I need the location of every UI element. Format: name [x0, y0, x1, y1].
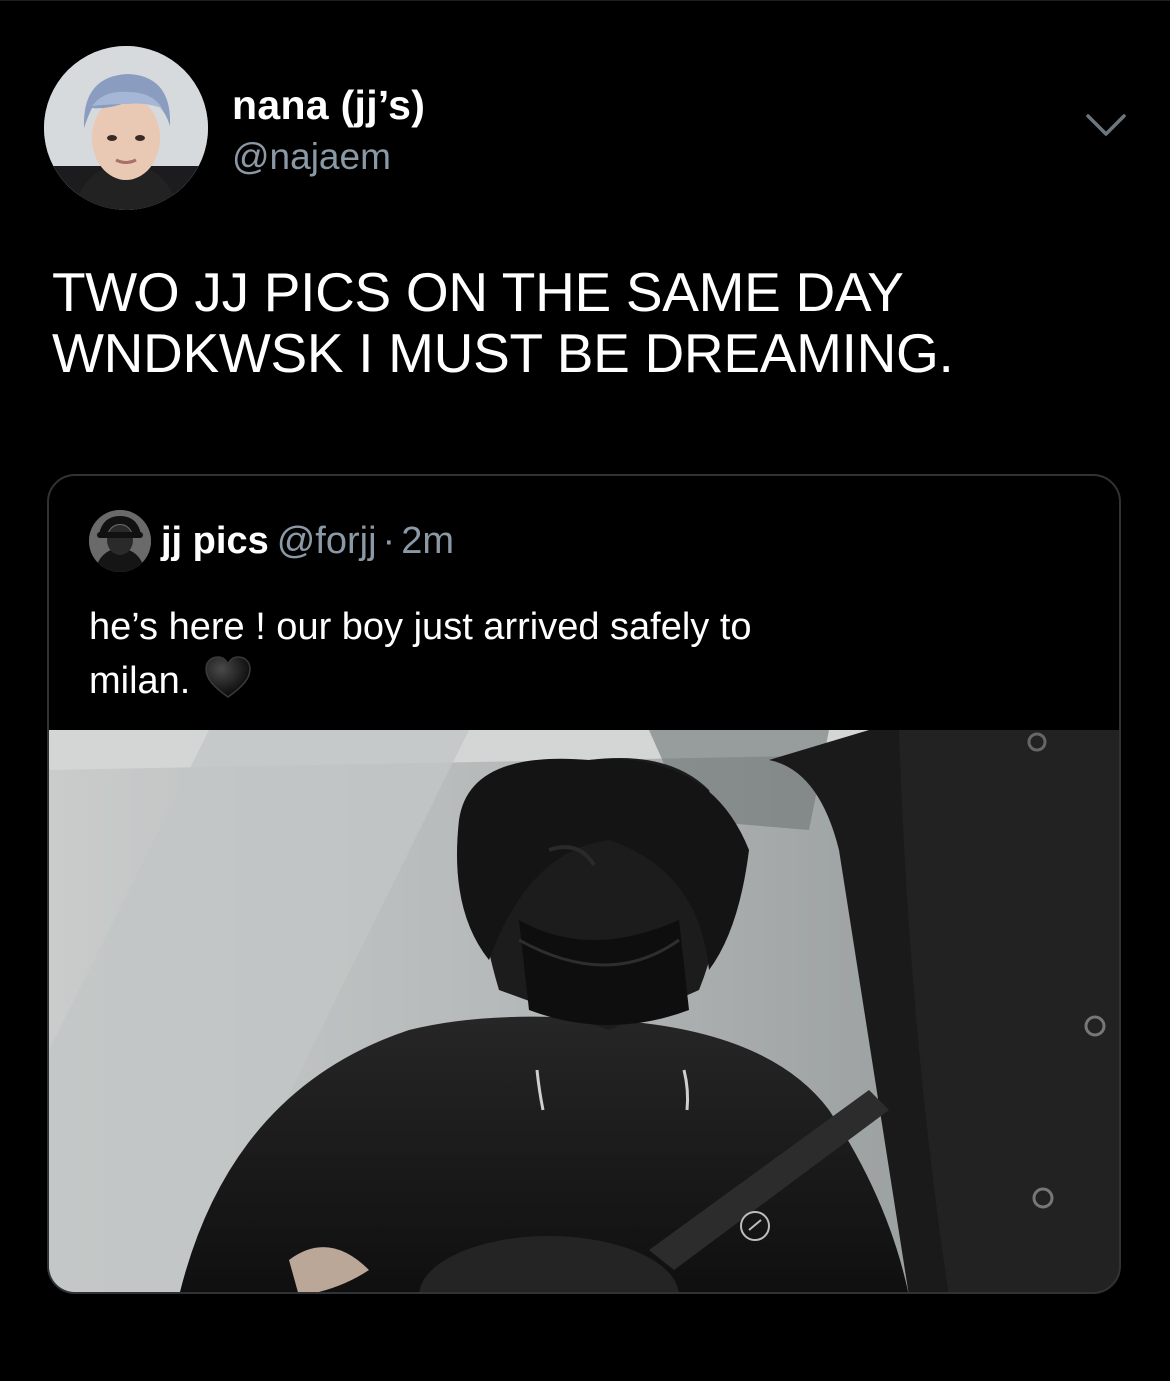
author-handle[interactable]: @najaem [232, 136, 391, 178]
quoted-separator: · [382, 520, 396, 562]
author-avatar[interactable] [44, 46, 208, 210]
black-heart-icon [204, 655, 252, 699]
quoted-tweet-card[interactable]: jj pics @forjj · 2m he’s here ! our boy jus… [47, 474, 1121, 1294]
quoted-avatar-photo [89, 510, 151, 572]
quoted-text-line-2: milan. [89, 654, 1089, 708]
tweet-text-line: WNDKWSK I MUST BE DREAMING. [52, 322, 954, 384]
quoted-timestamp: 2m [401, 520, 454, 562]
tweet: nana (jj’s) @najaem TWO JJ PICS ON THE S… [0, 0, 1170, 1381]
author-display-name[interactable]: nana (jj’s) [232, 82, 425, 129]
quoted-header: jj pics @forjj · 2m [161, 520, 454, 563]
quoted-media-photo[interactable] [49, 730, 1119, 1292]
tweet-text: TWO JJ PICS ON THE SAME DAY WNDKWSK I MU… [52, 262, 1142, 384]
avatar-photo [44, 46, 208, 210]
quoted-text-word: milan. [89, 660, 191, 702]
quoted-display-name: jj pics [161, 520, 269, 562]
tweet-text-line: TWO JJ PICS ON THE SAME DAY [52, 261, 904, 323]
chevron-down-icon[interactable] [1084, 112, 1128, 138]
quoted-text-line: he’s here ! our boy just arrived safely … [89, 606, 752, 648]
quoted-text: he’s here ! our boy just arrived safely … [89, 600, 1089, 708]
quoted-author-avatar [89, 510, 151, 572]
quoted-handle: @forjj [276, 520, 377, 562]
